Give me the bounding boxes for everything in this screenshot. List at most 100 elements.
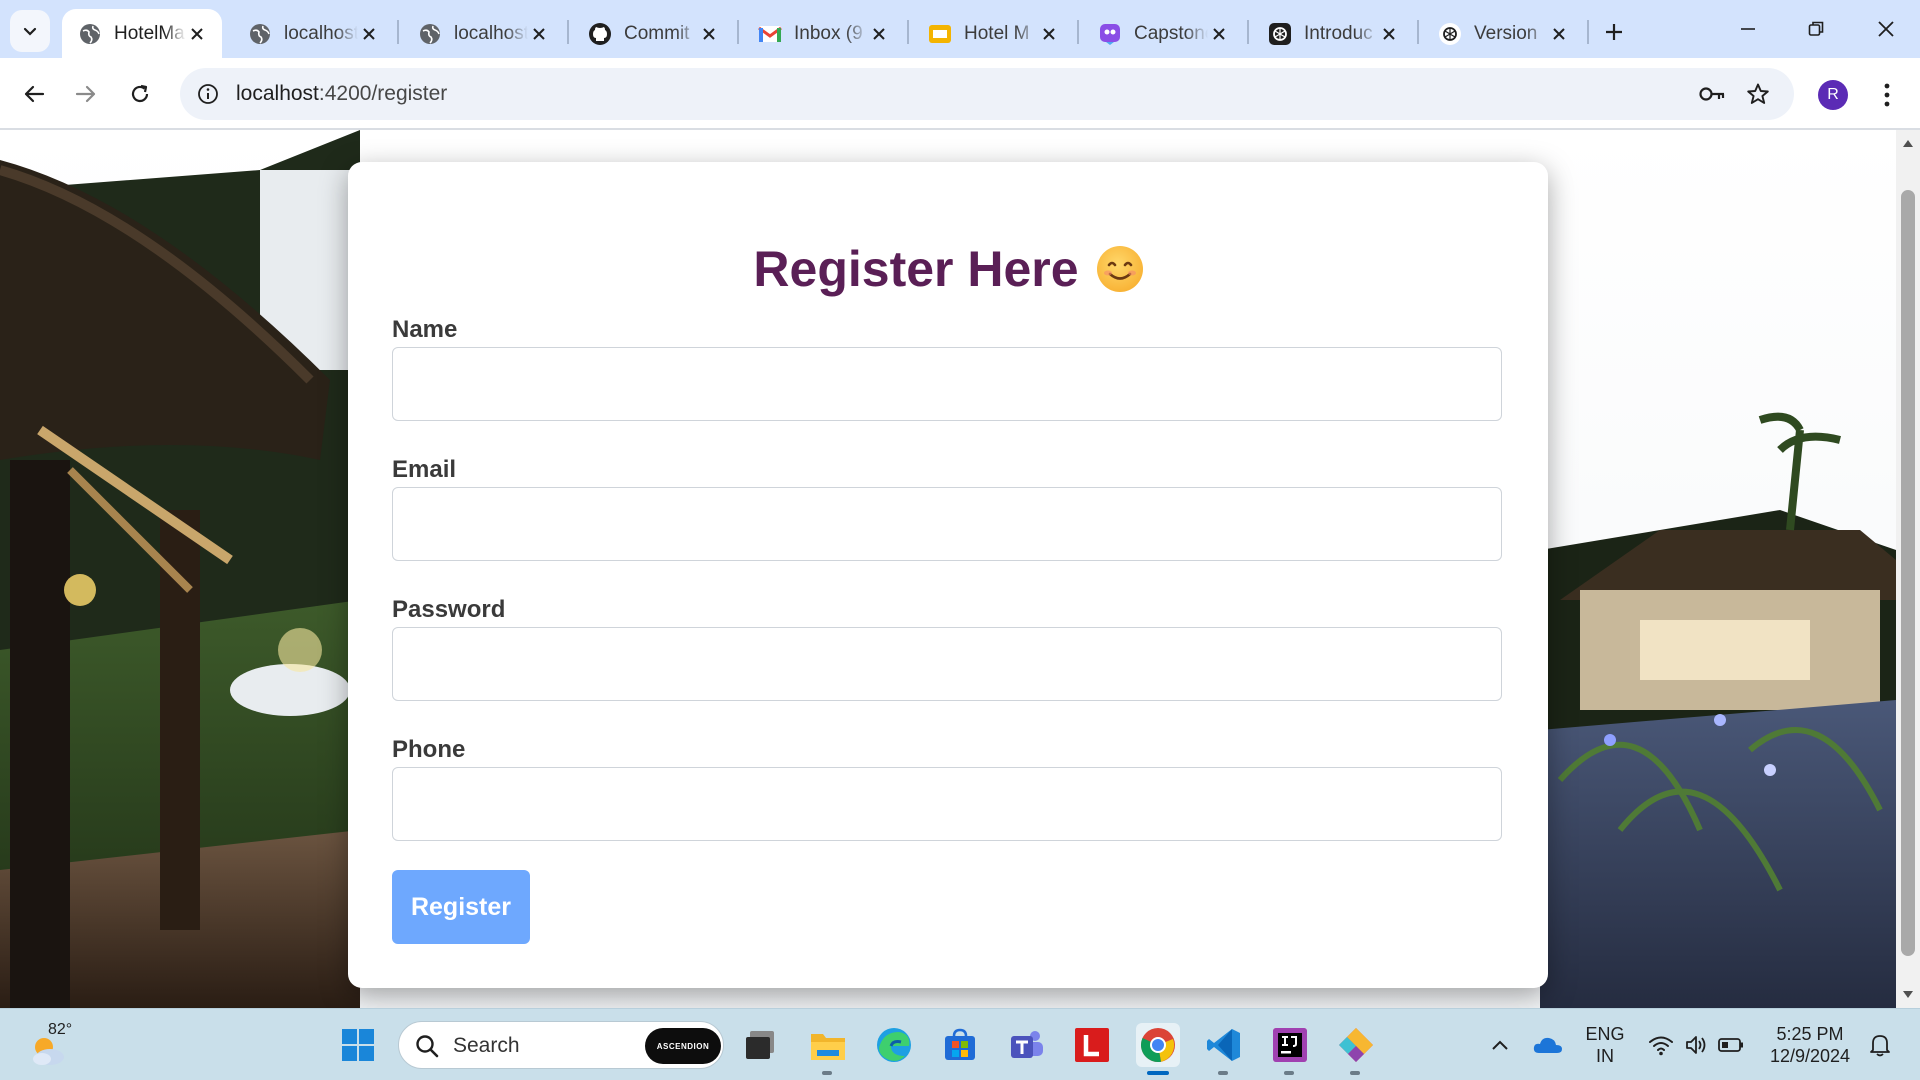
tab-commit[interactable]: Commit [572,9,734,58]
register-button[interactable]: Register [392,870,530,944]
close-tab-icon[interactable] [1038,23,1060,45]
chatgpt-icon [1268,22,1292,46]
profile-avatar[interactable]: R [1818,80,1848,110]
name-label: Name [392,316,458,343]
restore-button[interactable] [1782,8,1850,50]
bell-icon [1870,1035,1890,1057]
tab-title: Commit [624,22,690,44]
scroll-up-arrow-icon[interactable] [1896,132,1920,154]
copilot-icon [1098,22,1122,46]
close-icon [1878,21,1894,37]
running-indicator [1284,1071,1294,1075]
tab-separator [567,20,569,44]
password-key-icon[interactable] [1696,78,1728,110]
notification-center-button[interactable] [1862,1023,1898,1067]
tab-hotel-slides[interactable]: Hotel M [912,9,1074,58]
task-view-icon [746,1031,774,1059]
input-language-indicator[interactable]: ENG IN [1580,1023,1630,1067]
bookmark-star-icon[interactable] [1742,78,1774,110]
system-clock[interactable]: 5:25 PM 12/9/2024 [1760,1023,1860,1067]
minimize-button[interactable] [1714,8,1782,50]
tray-overflow-button[interactable] [1478,1023,1522,1067]
tab-hotelma[interactable]: HotelMa [62,9,222,58]
taskbar-intellij[interactable] [1268,1023,1312,1075]
taskbar-file-explorer[interactable] [806,1023,850,1075]
gmail-icon [758,22,782,46]
close-tab-icon[interactable] [186,23,208,45]
close-window-button[interactable] [1852,8,1920,50]
close-tab-icon[interactable] [698,23,720,45]
chatgpt-icon [1438,22,1462,46]
browser-menu-button[interactable] [1870,78,1904,112]
password-input[interactable] [392,627,1502,701]
close-tab-icon[interactable] [868,23,890,45]
name-input[interactable] [392,347,1502,421]
arrow-right-icon [75,85,96,103]
running-indicator [1147,1071,1169,1075]
page-viewport: Register Here Name Email Password Phone … [0,130,1896,1008]
plus-icon [1606,24,1622,40]
page-scrollbar[interactable] [1896,130,1920,1008]
store-icon [945,1028,975,1060]
forward-button[interactable] [66,74,106,114]
chrome-icon [1141,1028,1175,1062]
taskbar-edge[interactable] [872,1023,916,1067]
tab-inbox[interactable]: Inbox (9 [742,9,904,58]
page-title: Register Here [348,240,1548,298]
tab-introduction[interactable]: Introduc [1252,9,1414,58]
start-button[interactable] [336,1023,380,1067]
email-input[interactable] [392,487,1502,561]
taskbar-git-app[interactable] [1334,1023,1378,1075]
close-tab-icon[interactable] [528,23,550,45]
file-explorer-icon [811,1034,845,1060]
globe-icon [248,22,272,46]
taskbar-teams[interactable] [1004,1023,1048,1067]
address-bar[interactable]: localhost:4200/register [180,68,1794,120]
globe-icon [418,22,442,46]
taskbar-chrome[interactable] [1136,1023,1180,1075]
taskbar-task-view[interactable] [738,1023,782,1067]
tab-separator [1247,20,1249,44]
taskbar-search[interactable]: Search ASCENDION [398,1021,724,1069]
reload-icon [131,84,149,103]
tab-title: localhost [284,22,358,44]
tab-title: Hotel M [964,22,1030,44]
tab-localhost-1[interactable]: localhost [232,9,394,58]
tab-separator [397,20,399,44]
close-tab-icon[interactable] [1548,23,1570,45]
restore-icon [1808,21,1824,36]
reload-button[interactable] [120,74,160,114]
close-tab-icon[interactable] [358,23,380,45]
running-indicator [1218,1071,1228,1075]
tab-separator [737,20,739,44]
github-icon [588,22,612,46]
tray-onedrive[interactable] [1526,1023,1570,1067]
tab-search-button[interactable] [10,10,50,52]
tab-separator [1587,20,1589,44]
taskbar-store[interactable] [938,1023,982,1067]
close-tab-icon[interactable] [1208,23,1230,45]
scrollbar-thumb[interactable] [1901,190,1915,956]
tray-quick-settings[interactable] [1640,1023,1750,1067]
scroll-down-arrow-icon[interactable] [1896,984,1920,1006]
tab-version[interactable]: Version [1422,9,1584,58]
new-tab-button[interactable] [1596,14,1632,50]
weather-temperature: 82° [48,1021,73,1038]
browser-toolbar: localhost:4200/register R [0,58,1920,130]
tab-capstone[interactable]: Capstone [1082,9,1244,58]
back-button[interactable] [14,74,54,114]
tab-localhost-2[interactable]: localhost [402,9,564,58]
taskbar-vscode[interactable] [1202,1023,1246,1075]
tab-separator [1417,20,1419,44]
weather-widget[interactable]: 82° [28,1021,80,1069]
site-info-icon[interactable] [194,80,222,108]
git-app-icon [1339,1028,1373,1062]
tab-title: Inbox (9 [794,22,863,44]
chevron-up-icon [1492,1040,1508,1050]
phone-input[interactable] [392,767,1502,841]
volume-icon [1686,1036,1706,1054]
clock-time: 5:25 PM [1776,1024,1844,1044]
phone-label: Phone [392,736,466,763]
taskbar-l-app[interactable] [1070,1023,1114,1067]
close-tab-icon[interactable] [1378,23,1400,45]
